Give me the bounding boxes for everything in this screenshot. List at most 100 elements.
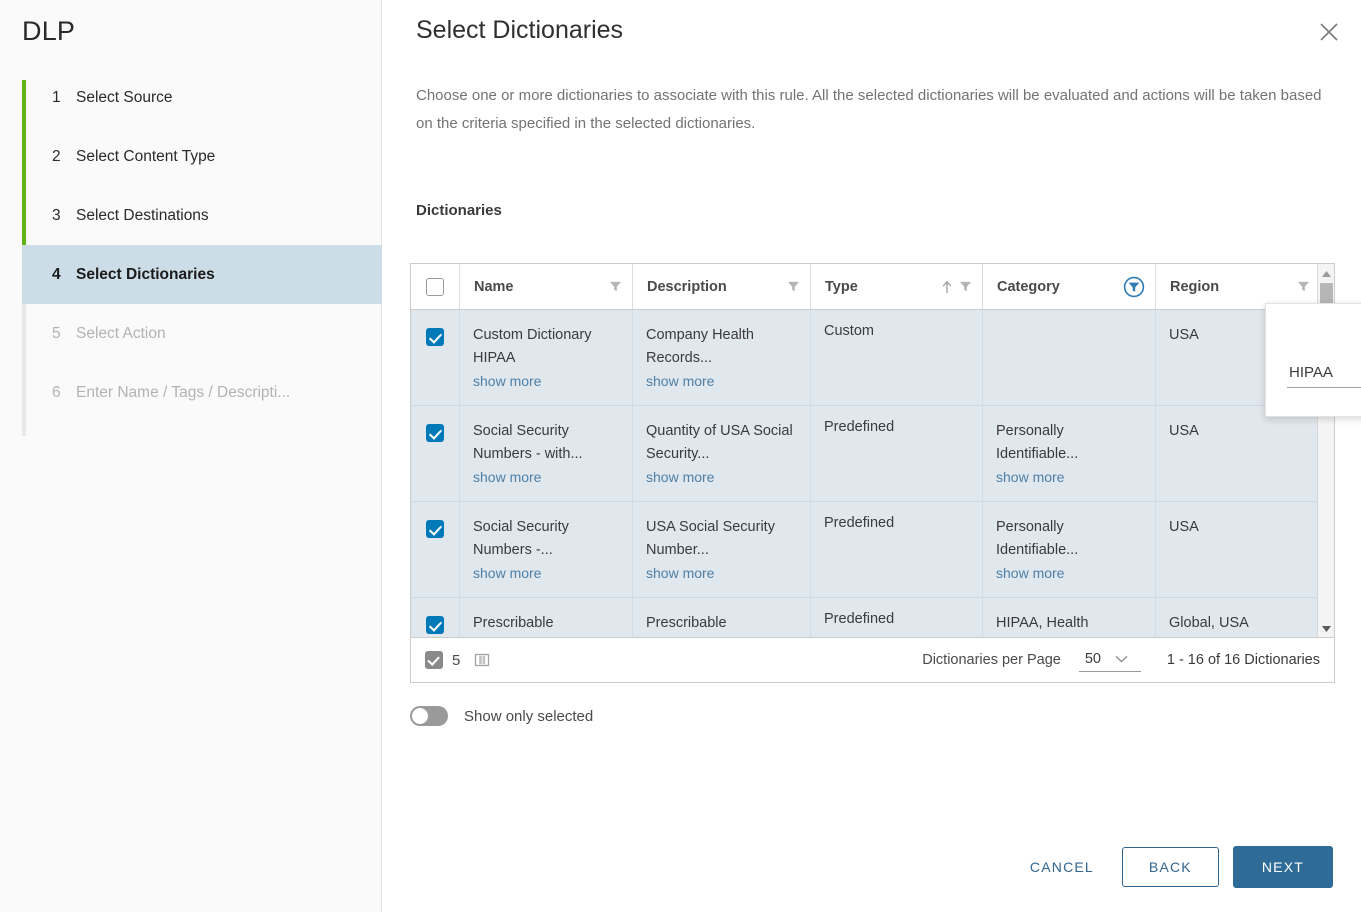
cancel-button[interactable]: CANCEL — [1016, 849, 1108, 885]
columns-icon[interactable] — [474, 652, 490, 668]
wizard-action-buttons: CANCEL BACK NEXT — [1016, 846, 1333, 888]
cell-category-text: Personally Identifiable... — [996, 519, 1079, 558]
row-checkbox[interactable] — [426, 424, 444, 442]
sort-ascending-icon[interactable] — [941, 280, 953, 294]
column-header-type[interactable]: Type — [810, 264, 982, 309]
toggle-knob — [412, 708, 428, 724]
cell-description-text: USA Social Security Number... — [646, 519, 775, 558]
cell-name-text: Social Security Numbers -... — [473, 519, 569, 558]
scroll-down-icon[interactable] — [1318, 620, 1334, 637]
show-only-selected-label: Show only selected — [464, 707, 594, 725]
column-divider — [459, 310, 460, 638]
cell-description-text: Quantity of USA Social Security... — [646, 423, 793, 462]
wizard-steps: 1 Select Source 2 Select Content Type 3 … — [22, 68, 382, 436]
step-label: Select Content Type — [76, 147, 216, 165]
dictionaries-section-label: Dictionaries — [416, 202, 502, 219]
table-row[interactable]: Social Security Numbers -... show more U… — [411, 502, 1334, 598]
datagrid-body[interactable]: Custom Dictionary HIPAA show more Compan… — [411, 310, 1334, 638]
chevron-down-icon — [1115, 650, 1128, 668]
filter-value-input[interactable] — [1287, 364, 1361, 388]
total-count-label: 1 - 16 of 16 Dictionaries — [1166, 652, 1320, 668]
per-page-value: 50 — [1084, 651, 1101, 667]
dictionaries-datagrid: Name Description Type Category Region Cu… — [410, 263, 1335, 683]
column-divider — [982, 310, 983, 638]
cell-name-text: Prescribable — [473, 615, 554, 631]
cell-region: USA — [1169, 519, 1199, 535]
cell-region: Global, USA — [1169, 615, 1249, 631]
cell-description: Quantity of USA Social Security... show … — [632, 406, 810, 489]
sidebar-step-select-dictionaries[interactable]: 4 Select Dictionaries — [22, 245, 382, 304]
per-page-label: Dictionaries per Page — [922, 652, 1061, 668]
show-only-selected-toggle[interactable] — [410, 706, 448, 726]
cell-type: Custom — [824, 323, 874, 339]
step-label: Select Dictionaries — [76, 265, 215, 283]
table-row[interactable]: Custom Dictionary HIPAA show more Compan… — [411, 310, 1334, 406]
column-header-name[interactable]: Name — [459, 264, 632, 309]
pagination-controls: Dictionaries per Page 50 1 - 16 of 16 Di… — [922, 648, 1320, 672]
step-label: Select Destinations — [76, 206, 209, 224]
scroll-up-icon[interactable] — [1318, 265, 1334, 282]
cell-category-text: Personally Identifiable... — [996, 423, 1079, 462]
sidebar-step-select-destinations[interactable]: 3 Select Destinations — [22, 186, 382, 245]
step-label: Enter Name / Tags / Descripti... — [76, 383, 291, 401]
dlp-wizard-screen: DLP 1 Select Source 2 Select Content Typ… — [0, 0, 1361, 912]
wizard-sidebar: DLP 1 Select Source 2 Select Content Typ… — [0, 0, 382, 912]
step-number: 2 — [52, 147, 61, 165]
show-more-link[interactable]: show more — [646, 562, 798, 585]
row-checkbox[interactable] — [426, 520, 444, 538]
show-more-link[interactable]: show more — [996, 466, 1143, 489]
show-more-link[interactable]: show more — [996, 562, 1143, 585]
show-more-link[interactable]: show more — [473, 466, 620, 489]
next-button[interactable]: NEXT — [1232, 846, 1333, 888]
cell-category — [982, 310, 1155, 324]
show-more-link[interactable]: show more — [646, 370, 798, 393]
cell-category: Personally Identifiable... show more — [982, 406, 1155, 489]
column-label-category: Category — [997, 278, 1060, 295]
filter-icon[interactable] — [787, 280, 800, 293]
intro-text: Choose one or more dictionaries to assoc… — [416, 87, 1322, 132]
filter-icon[interactable] — [609, 280, 622, 293]
cell-name: Social Security Numbers -... show more — [459, 502, 632, 585]
column-header-description[interactable]: Description — [632, 264, 810, 309]
cell-name: Custom Dictionary HIPAA show more — [459, 310, 632, 393]
back-button[interactable]: BACK — [1121, 847, 1219, 887]
row-select-cell — [411, 310, 459, 346]
selected-indicator-checkbox[interactable] — [425, 651, 443, 669]
column-header-icons — [941, 280, 982, 294]
datagrid-header: Name Description Type Category Region — [411, 264, 1334, 310]
column-header-category[interactable]: Category — [982, 264, 1155, 309]
step-label: Select Source — [76, 88, 173, 106]
show-more-link[interactable]: show more — [646, 466, 798, 489]
row-checkbox[interactable] — [426, 328, 444, 346]
row-checkbox[interactable] — [426, 616, 444, 634]
sidebar-step-enter-name: 6 Enter Name / Tags / Descripti... — [22, 363, 382, 422]
step-number: 1 — [52, 88, 61, 106]
step-number: 3 — [52, 206, 61, 224]
column-divider — [632, 310, 633, 638]
close-icon[interactable] — [1311, 14, 1347, 50]
sidebar-step-select-source[interactable]: 1 Select Source — [22, 68, 382, 127]
per-page-select[interactable]: 50 — [1078, 648, 1141, 672]
cell-name-text: Social Security Numbers - with... — [473, 423, 583, 462]
cell-name-text: Custom Dictionary HIPAA — [473, 327, 592, 366]
filter-icon[interactable] — [959, 280, 972, 293]
step-label: Select Action — [76, 324, 166, 342]
table-row[interactable]: Social Security Numbers - with... show m… — [411, 406, 1334, 502]
select-all-checkbox[interactable] — [426, 277, 444, 296]
column-label-type: Type — [825, 278, 858, 295]
table-row[interactable]: Prescribable Prescribable Predefined HIP… — [411, 598, 1334, 638]
cell-type: Predefined — [824, 515, 895, 531]
step-number: 4 — [52, 265, 61, 283]
cell-name: Prescribable — [459, 598, 632, 635]
sidebar-step-select-content-type[interactable]: 2 Select Content Type — [22, 127, 382, 186]
step-number: 6 — [52, 383, 61, 401]
show-more-link[interactable]: show more — [473, 370, 620, 393]
cell-category: HIPAA, Health — [996, 615, 1089, 631]
filter-active-icon[interactable] — [1123, 276, 1145, 298]
category-filter-popover — [1265, 303, 1361, 417]
cell-name: Social Security Numbers - with... show m… — [459, 406, 632, 489]
show-more-link[interactable]: show more — [473, 562, 620, 585]
column-label-name: Name — [474, 278, 514, 295]
column-label-region: Region — [1170, 278, 1220, 295]
filter-icon[interactable] — [1297, 280, 1310, 293]
